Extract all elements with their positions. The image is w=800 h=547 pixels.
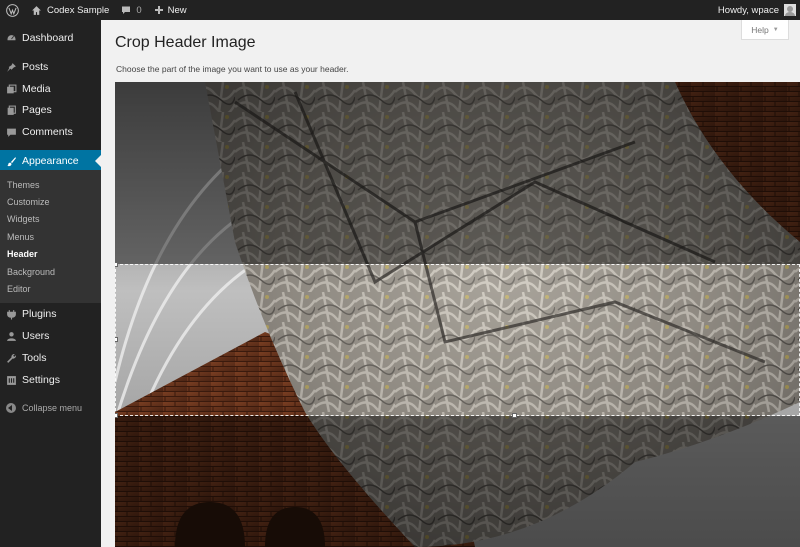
sidebar-item-comments[interactable]: Comments — [0, 121, 101, 143]
admin-sidebar: Dashboard Posts Media Pages Comments App… — [0, 20, 101, 547]
home-icon — [31, 5, 42, 16]
site-name-link[interactable]: Codex Sample — [25, 0, 115, 20]
sidebar-item-label: Tools — [22, 352, 47, 364]
crop-handle-bottom-left[interactable] — [115, 413, 118, 418]
plugin-icon — [5, 308, 17, 320]
submenu-item-header[interactable]: Header — [7, 249, 38, 259]
comment-icon — [5, 126, 17, 138]
wordpress-icon — [6, 3, 19, 17]
sidebar-item-tools[interactable]: Tools — [0, 347, 101, 369]
sidebar-item-label: Users — [22, 330, 50, 342]
plus-icon — [154, 5, 164, 15]
paintbrush-icon — [5, 155, 17, 167]
sidebar-item-label: Plugins — [22, 308, 57, 320]
sidebar-item-label: Media — [22, 83, 51, 95]
new-content-link[interactable]: New — [148, 0, 193, 20]
admin-bar: Codex Sample 0 New Howdy, wpace — [0, 0, 800, 20]
crop-selection-box[interactable] — [115, 262, 800, 418]
crop-handle-bottom[interactable] — [512, 413, 517, 418]
sidebar-item-label: Posts — [22, 61, 49, 73]
site-name: Codex Sample — [47, 4, 110, 16]
sidebar-item-label: Dashboard — [22, 32, 74, 44]
howdy-text: Howdy, wpace — [717, 4, 779, 16]
sidebar-item-dashboard[interactable]: Dashboard — [0, 27, 101, 49]
new-label: New — [167, 4, 187, 16]
submenu-item-widgets[interactable]: Widgets — [7, 214, 40, 224]
submenu-item-customize[interactable]: Customize — [7, 197, 50, 207]
collapse-arrow-icon — [6, 403, 16, 413]
wrench-icon — [5, 352, 17, 364]
sidebar-item-pages[interactable]: Pages — [0, 99, 101, 121]
comments-link[interactable]: 0 — [115, 0, 147, 20]
chevron-down-icon: ▼ — [772, 26, 779, 33]
sidebar-item-posts[interactable]: Posts — [0, 56, 101, 78]
appearance-submenu: Themes Customize Widgets Menus Header Ba… — [0, 170, 101, 303]
user-avatar-icon — [784, 4, 796, 16]
my-account-link[interactable]: Howdy, wpace — [712, 0, 800, 20]
crop-image-area[interactable] — [115, 82, 800, 547]
users-icon — [5, 330, 17, 342]
wordpress-logo-link[interactable] — [0, 0, 25, 20]
sidebar-item-label: Settings — [22, 374, 60, 386]
help-label: Help — [751, 24, 769, 35]
page-description: Choose the part of the image you want to… — [116, 64, 349, 74]
submenu-item-editor[interactable]: Editor — [7, 284, 31, 294]
settings-icon — [5, 374, 17, 386]
crop-handle-left[interactable] — [115, 337, 118, 342]
submenu-item-background[interactable]: Background — [7, 267, 55, 277]
sidebar-item-label: Appearance — [22, 155, 79, 167]
sidebar-item-users[interactable]: Users — [0, 325, 101, 347]
sidebar-item-plugins[interactable]: Plugins — [0, 303, 101, 325]
pages-icon — [5, 104, 17, 116]
submenu-item-menus[interactable]: Menus — [7, 232, 34, 242]
collapse-menu-label: Collapse menu — [22, 403, 83, 413]
collapse-menu-button[interactable]: Collapse menu — [0, 398, 101, 418]
comments-count: 0 — [136, 4, 142, 16]
help-tab-button[interactable]: Help ▼ — [741, 20, 789, 40]
crop-handle-top-left[interactable] — [115, 262, 118, 267]
crop-shade-top — [115, 82, 800, 264]
page-title: Crop Header Image — [115, 34, 256, 51]
media-icon — [5, 83, 17, 95]
sidebar-item-media[interactable]: Media — [0, 78, 101, 100]
crop-shade-bottom — [115, 416, 800, 547]
comment-bubble-icon — [121, 5, 131, 15]
dashboard-icon — [5, 32, 17, 44]
submenu-item-themes[interactable]: Themes — [7, 180, 40, 190]
sidebar-item-label: Pages — [22, 104, 52, 116]
pin-icon — [5, 61, 17, 73]
sidebar-item-label: Comments — [22, 126, 73, 138]
sidebar-item-appearance[interactable]: Appearance — [0, 150, 101, 172]
sidebar-item-settings[interactable]: Settings — [0, 369, 101, 391]
